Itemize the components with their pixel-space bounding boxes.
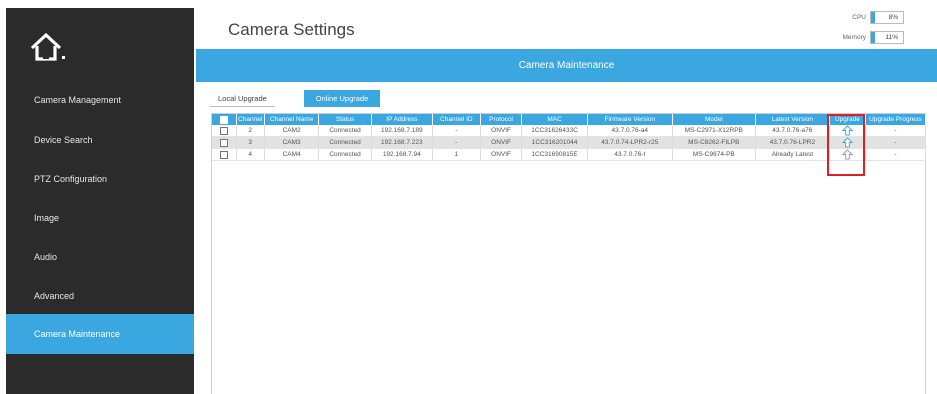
channel-id-cell: - — [432, 125, 481, 137]
sidebar-item-advanced[interactable]: Advanced — [6, 277, 194, 315]
table-row[interactable]: 4 CAM4 Connected 192.168.7.94 1 ONVIF 1C… — [212, 148, 927, 161]
camera-table: Channel Channel Name Status IP Address C… — [212, 114, 927, 161]
mac-cell: 1CC31626433C — [521, 125, 588, 137]
home-icon — [30, 32, 65, 61]
column-header: Channel Name — [264, 114, 320, 125]
cpu-value: 8% — [888, 14, 898, 21]
memory-meter: Memory 11% — [834, 31, 904, 44]
column-header: Channel ID — [432, 114, 481, 125]
sidebar-item-device-search[interactable]: Device Search — [6, 121, 194, 159]
row-checkbox[interactable] — [219, 138, 228, 147]
ip-cell: 192.168.7.94 — [371, 148, 433, 161]
upload-arrow-icon[interactable] — [841, 125, 853, 136]
channel-name-cell: CAM3 — [264, 136, 320, 149]
column-header: Status — [318, 114, 372, 125]
row-select-cell[interactable] — [212, 136, 237, 149]
column-header: Upgrade Progress — [865, 114, 927, 125]
column-header: MAC — [521, 114, 588, 125]
column-header: Firmware Version — [587, 114, 673, 125]
camera-table-container: Channel Channel Name Status IP Address C… — [211, 113, 927, 394]
column-header: Latest Version — [755, 114, 830, 125]
upgrade-cell — [829, 148, 866, 161]
channel-id-cell: - — [432, 136, 481, 149]
upgrade-progress-cell: - — [865, 125, 927, 137]
section-banner: Camera Maintenance — [196, 49, 937, 82]
column-header: Protocol — [480, 114, 523, 125]
protocol-cell: ONVIF — [480, 125, 523, 137]
row-select-cell[interactable] — [212, 125, 237, 137]
row-select-cell[interactable] — [212, 148, 237, 161]
upgrade-progress-cell: - — [865, 148, 927, 161]
memory-value: 11% — [885, 34, 898, 41]
channel-cell: 3 — [236, 136, 265, 149]
sidebar: Camera Management Device Search PTZ Conf… — [6, 8, 194, 394]
memory-bar-fill — [871, 32, 875, 43]
firmware-cell: 43.7.0.76-t — [587, 148, 673, 161]
firmware-cell: 43.7.0.74-LPR2-r25 — [587, 136, 673, 149]
upgrade-cell[interactable] — [829, 125, 866, 137]
model-cell: MS-C8262-FILPB — [672, 136, 756, 149]
channel-cell: 2 — [236, 125, 265, 137]
status-cell: Connected — [318, 125, 372, 137]
cpu-bar-fill — [871, 12, 875, 23]
model-cell: MS-C9674-PB — [672, 148, 756, 161]
upgrade-progress-cell: - — [865, 136, 927, 149]
table-row[interactable]: 3 CAM3 Connected 192.168.7.223 - ONVIF 1… — [212, 136, 927, 149]
page-title: Camera Settings — [228, 20, 355, 39]
select-all-cell[interactable] — [212, 114, 237, 125]
cpu-bar: 8% — [870, 11, 904, 24]
table-row[interactable]: 2 CAM2 Connected 192.168.7.189 - ONVIF 1… — [212, 125, 927, 137]
sidebar-item-audio[interactable]: Audio — [6, 238, 194, 276]
column-header: Channel — [236, 114, 265, 125]
table-header-row: Channel Channel Name Status IP Address C… — [212, 114, 927, 125]
sidebar-item-ptz-configuration[interactable]: PTZ Configuration — [6, 160, 194, 198]
ip-cell: 192.168.7.189 — [371, 125, 433, 137]
ip-cell: 192.168.7.223 — [371, 136, 433, 149]
row-checkbox[interactable] — [219, 126, 228, 135]
sidebar-item-camera-management[interactable]: Camera Management — [6, 81, 194, 119]
column-header: Upgrade — [829, 114, 866, 125]
protocol-cell: ONVIF — [480, 136, 523, 149]
tab-online-upgrade[interactable]: Online Upgrade — [304, 90, 380, 107]
tab-local-upgrade[interactable]: Local Upgrade — [210, 90, 275, 107]
latest-version-cell: 43.7.0.76-a76 — [755, 125, 830, 137]
sidebar-item-image[interactable]: Image — [6, 199, 194, 237]
latest-version-cell: 43.7.0.76-LPR2 — [755, 136, 830, 149]
channel-name-cell: CAM4 — [264, 148, 320, 161]
mac-cell: 1CC316201044 — [521, 136, 588, 149]
model-cell: MS-C2971-X12RPB — [672, 125, 756, 137]
latest-version-cell: Already Latest — [755, 148, 830, 161]
row-checkbox[interactable] — [219, 150, 228, 159]
memory-label: Memory — [842, 34, 866, 41]
column-header: Model — [672, 114, 756, 125]
upload-arrow-icon — [841, 149, 853, 160]
firmware-cell: 43.7.0.76-a4 — [587, 125, 673, 137]
protocol-cell: ONVIF — [480, 148, 523, 161]
upload-arrow-icon[interactable] — [841, 137, 853, 148]
status-cell: Connected — [318, 136, 372, 149]
status-cell: Connected — [318, 148, 372, 161]
channel-cell: 4 — [236, 148, 265, 161]
cpu-meter: CPU 8% — [834, 11, 904, 24]
mac-cell: 1CC31690815E — [521, 148, 588, 161]
cpu-label: CPU — [852, 14, 866, 21]
channel-id-cell: 1 — [432, 148, 481, 161]
column-header: IP Address — [371, 114, 433, 125]
memory-bar: 11% — [870, 31, 904, 44]
sidebar-item-camera-maintenance[interactable]: Camera Maintenance — [6, 314, 194, 354]
channel-name-cell: CAM2 — [264, 125, 320, 137]
select-all-checkbox[interactable] — [219, 115, 228, 124]
upgrade-cell[interactable] — [829, 136, 866, 149]
